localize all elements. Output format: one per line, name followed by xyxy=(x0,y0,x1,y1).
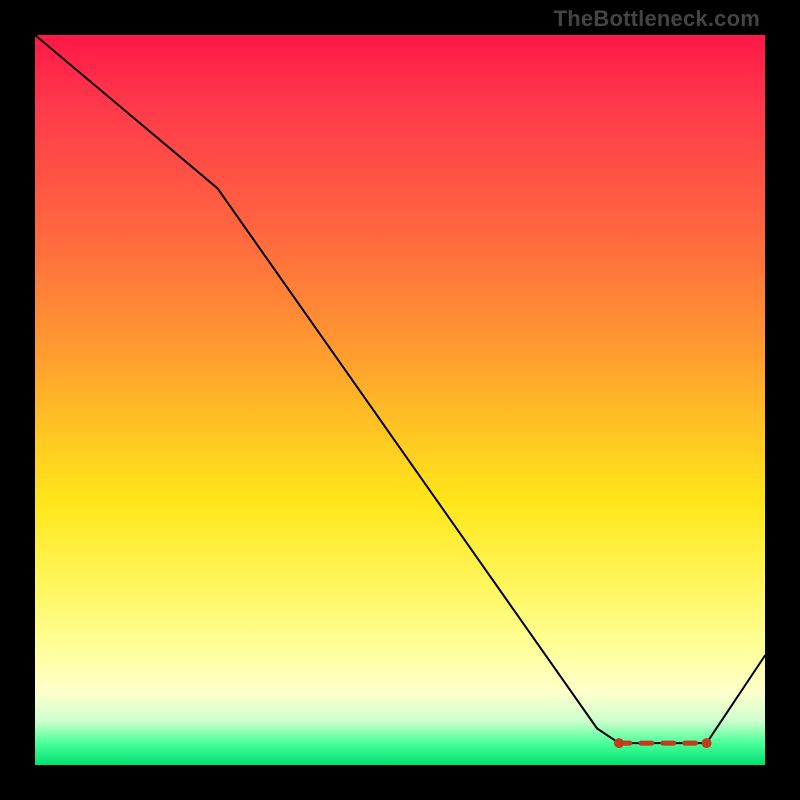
marker-dot xyxy=(702,738,712,748)
attribution-text: TheBottleneck.com xyxy=(554,6,760,32)
plot-overlay-svg xyxy=(35,35,765,765)
flat-region-markers xyxy=(614,738,712,748)
marker-dot xyxy=(614,738,624,748)
chart-curve xyxy=(35,35,765,743)
chart-container: TheBottleneck.com xyxy=(0,0,800,800)
